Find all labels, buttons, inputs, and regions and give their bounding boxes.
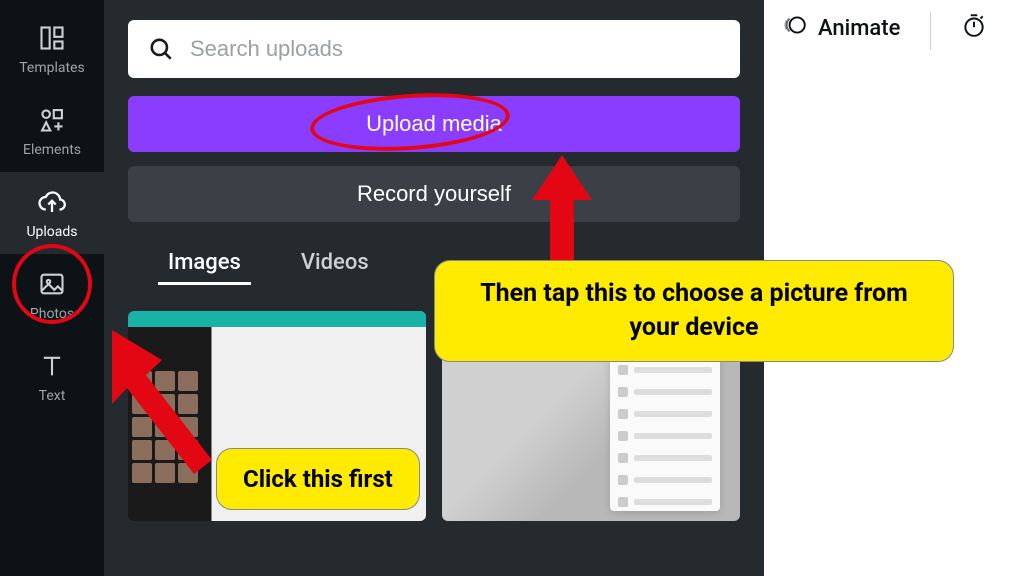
upload-thumbnail[interactable] [128, 311, 426, 521]
sidebar-item-templates[interactable]: Templates [0, 8, 104, 90]
upload-media-button[interactable]: Upload media [128, 96, 740, 152]
upload-thumbnail[interactable] [442, 311, 740, 521]
uploaded-thumbnails [128, 311, 740, 521]
text-icon [36, 350, 68, 382]
animate-icon [782, 12, 808, 44]
templates-icon [36, 22, 68, 54]
sidebar-item-label: Photos [30, 306, 74, 322]
uploads-panel: Upload media Record yourself Images Vide… [104, 0, 764, 576]
tab-images[interactable]: Images [168, 250, 241, 285]
toolbar-divider [930, 12, 931, 50]
record-yourself-button[interactable]: Record yourself [128, 166, 740, 222]
sidebar-item-photos[interactable]: Photos [0, 254, 104, 336]
animate-button[interactable]: Animate [782, 12, 900, 44]
sidebar-item-text[interactable]: Text [0, 336, 104, 418]
stopwatch-icon [961, 12, 987, 44]
elements-icon [36, 104, 68, 136]
sidebar-item-label: Uploads [26, 224, 77, 240]
sidebar: Templates Elements Uploads [0, 0, 104, 576]
timing-button[interactable] [961, 12, 987, 44]
tab-videos[interactable]: Videos [301, 250, 369, 285]
photos-icon [36, 268, 68, 300]
search-box[interactable] [128, 20, 740, 78]
sidebar-item-label: Templates [19, 60, 85, 76]
sidebar-item-label: Text [39, 388, 66, 404]
search-input[interactable] [190, 36, 720, 62]
search-icon [148, 36, 174, 62]
animate-label: Animate [818, 16, 900, 41]
sidebar-item-uploads[interactable]: Uploads [0, 172, 104, 254]
top-toolbar: Animate [764, 0, 1024, 576]
sidebar-item-label: Elements [23, 142, 81, 158]
media-tabs: Images Videos [128, 250, 740, 285]
uploads-icon [36, 186, 68, 218]
sidebar-item-elements[interactable]: Elements [0, 90, 104, 172]
